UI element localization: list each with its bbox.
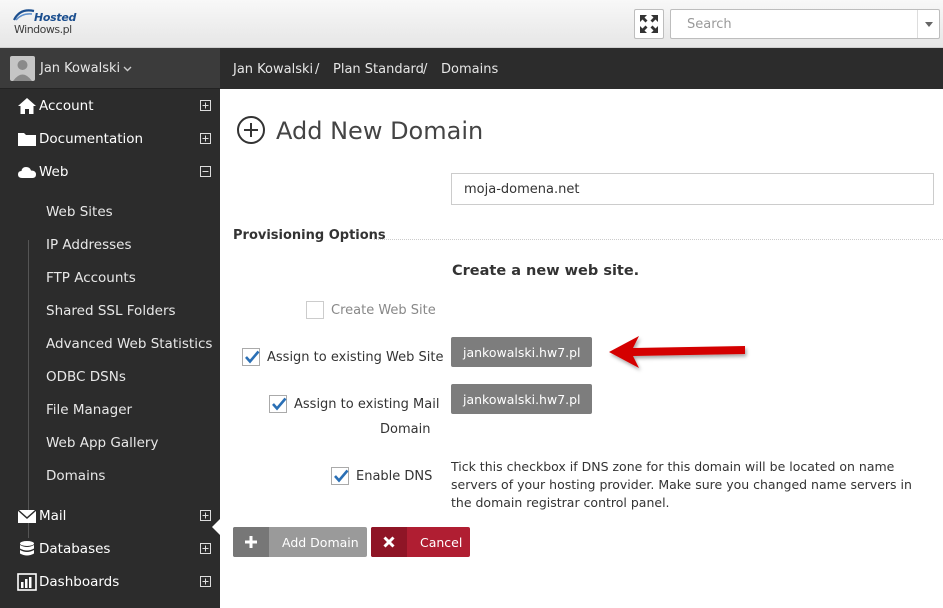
section-divider [374,239,943,240]
assign-mail-domain-label-line2: Domain [380,422,431,437]
annotation-arrow-icon [609,336,745,368]
sidebar-subitem-domains[interactable]: Domains [0,459,220,492]
checkmark-icon [272,397,287,411]
plus-icon [245,536,257,548]
fullscreen-button[interactable] [634,9,664,39]
sidebar-subitem-label: Domains [46,468,106,484]
sidebar-subitem-label: IP Addresses [46,237,132,253]
user-icon [13,60,32,81]
avatar [10,56,35,81]
expand-icon [640,15,658,33]
cancel-button-label: Cancel [420,535,463,550]
folder-icon [18,133,36,146]
chart-icon [17,573,37,591]
user-name: Jan Kowalski [40,61,132,76]
user-menu[interactable]: Jan Kowalski [0,48,220,89]
sidebar-subitem-file-manager[interactable]: File Manager [0,393,220,426]
search-input[interactable] [671,10,911,38]
expand-plus-icon[interactable] [200,133,211,144]
mail-domain-dropdown-value: jankowalski.hw7.pl [463,392,581,407]
enable-dns-checkbox[interactable] [331,467,349,485]
sidebar-subitem-web-app-gallery[interactable]: Web App Gallery [0,426,220,459]
sidebar-item-label: Account [39,98,94,114]
active-item-indicator [212,519,220,535]
sidebar-item-databases[interactable]: Databases [0,532,220,565]
expand-plus-icon[interactable] [200,576,211,587]
caret-down-icon [469,366,477,371]
sidebar-subitem-label: Advanced Web Statistics [46,336,213,352]
assign-mail-domain-label-line1: Assign to existing Mail [294,397,440,412]
breadcrumb-separator: / [423,62,428,77]
expand-plus-icon[interactable] [200,543,211,554]
collapse-minus-icon[interactable] [200,166,211,177]
page-title: Add New Domain [276,117,484,145]
caret-down-icon [469,413,477,418]
checkmark-icon [334,469,349,483]
sidebar-subitem-label: Web App Gallery [46,435,159,451]
assign-web-site-label: Assign to existing Web Site [267,350,444,365]
sidebar-subitem-odbc-dsns[interactable]: ODBC DSNs [0,360,220,393]
sidebar-item-label: Documentation [39,131,144,147]
sidebar-item-label: Dashboards [39,574,120,590]
web-site-dropdown[interactable]: jankowalski.hw7.pl [451,337,592,371]
home-icon [18,98,36,114]
create-web-site-checkbox[interactable] [306,301,324,319]
mail-icon [17,509,37,523]
logo[interactable]: Hosted Windows.pl [12,8,82,38]
expand-plus-icon[interactable] [200,100,211,111]
add-domain-button[interactable]: Add Domain [233,527,367,557]
sidebar-subitem-label: FTP Accounts [46,270,136,286]
sidebar-subitem-label: Web Sites [46,204,113,220]
mail-domain-dropdown[interactable]: jankowalski.hw7.pl [451,384,592,418]
sidebar-item-label: Mail [39,508,67,524]
cancel-button[interactable]: Cancel [371,527,470,557]
sidebar-subitem-ip-addresses[interactable]: IP Addresses [0,228,220,261]
sidebar-item-web[interactable]: Web [0,155,220,188]
expand-plus-icon[interactable] [200,510,211,521]
sidebar-subitem-web-sites[interactable]: Web Sites [0,195,220,228]
breadcrumb-item-user[interactable]: Jan Kowalski [233,62,313,77]
cloud-icon [18,167,36,178]
sidebar-item-label: Web [39,164,69,180]
sidebar-subitem-ftp-accounts[interactable]: FTP Accounts [0,261,220,294]
add-circle-icon [237,116,265,144]
section-heading: Provisioning Options [233,228,386,243]
database-icon [20,541,34,556]
add-domain-button-label: Add Domain [282,535,359,550]
sidebar-subitem-label: Shared SSL Folders [46,303,176,319]
breadcrumb-item-domains: Domains [441,62,499,77]
assign-mail-domain-checkbox[interactable] [269,395,287,413]
breadcrumb-separator: / [315,62,320,77]
checkmark-icon [245,350,260,364]
sidebar-item-account[interactable]: Account [0,89,220,122]
logo-swoosh-icon [13,9,35,21]
close-icon [383,536,395,548]
search-dropdown-button[interactable] [917,10,939,38]
sidebar-item-mail[interactable]: Mail [0,499,220,532]
logo-line-2: Windows.pl [14,23,72,36]
search-box[interactable] [670,9,940,39]
assign-web-site-checkbox[interactable] [242,348,260,366]
sidebar: Jan Kowalski Account Documentation Web W… [0,48,220,608]
section-subtitle: Create a new web site. [452,263,640,279]
sidebar-subitem-advanced-web-statistics[interactable]: Advanced Web Statistics [0,327,220,360]
chevron-down-icon [123,66,132,71]
sidebar-item-label: Databases [39,541,111,557]
dns-help-text: Tick this checkbox if DNS zone for this … [451,459,912,510]
enable-dns-label: Enable DNS [356,469,433,484]
sidebar-subitem-label: ODBC DSNs [46,369,126,385]
top-bar: Hosted Windows.pl [0,0,943,48]
sidebar-item-dashboards[interactable]: Dashboards [0,565,220,598]
breadcrumb: Jan Kowalski / Plan Standard / Domains [220,48,943,89]
breadcrumb-item-plan[interactable]: Plan Standard [333,62,424,77]
sidebar-subitem-label: File Manager [46,402,133,418]
domain-name-input[interactable] [451,173,934,205]
web-site-dropdown-value: jankowalski.hw7.pl [463,345,581,360]
chevron-down-icon [924,21,933,27]
create-web-site-label: Create Web Site [331,303,436,318]
sidebar-item-documentation[interactable]: Documentation [0,122,220,155]
sidebar-subitem-shared-ssl-folders[interactable]: Shared SSL Folders [0,294,220,327]
